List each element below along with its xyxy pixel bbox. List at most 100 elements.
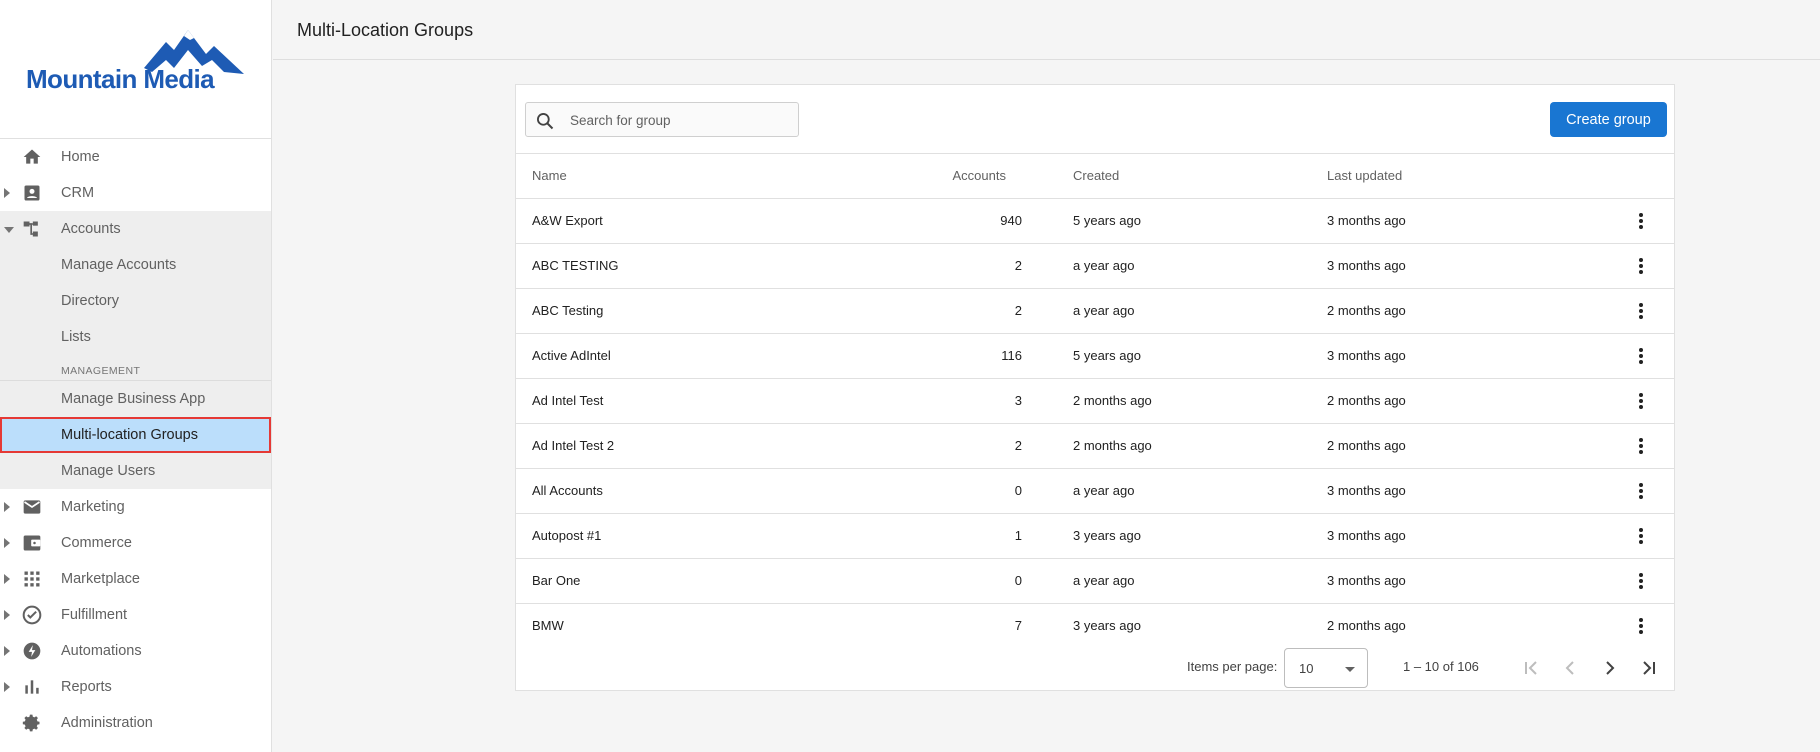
row-accounts: 2 (1014, 258, 1022, 273)
row-last-updated: 3 months ago (1327, 573, 1406, 588)
expand-arrow-icon[interactable] (4, 188, 10, 198)
table-row[interactable]: Ad Intel Test 3 2 months ago 2 months ago (516, 379, 1674, 424)
row-name: Autopost #1 (532, 528, 602, 543)
more-vert-icon[interactable] (1631, 301, 1651, 321)
search-field[interactable] (525, 102, 799, 137)
sidebar-item-label: Fulfillment (61, 607, 128, 623)
row-accounts: 0 (1014, 573, 1022, 588)
row-accounts: 3 (1014, 393, 1022, 408)
row-accounts: 2 (1014, 303, 1022, 318)
expand-arrow-icon[interactable] (4, 502, 10, 512)
top-bar: Multi-Location Groups (273, 0, 1820, 60)
more-vert-icon[interactable] (1631, 616, 1651, 636)
sidebar-item-commerce[interactable]: Commerce (0, 525, 271, 561)
brand-name: Mountain Media (26, 64, 215, 94)
gear-icon (22, 714, 40, 732)
page-size-value: 10 (1299, 661, 1314, 676)
table-row[interactable]: Active AdIntel 116 5 years ago 3 months ago (516, 334, 1674, 379)
sidebar-item-fulfillment[interactable]: Fulfillment (0, 597, 271, 633)
row-accounts: 1 (1014, 528, 1022, 543)
wallet-icon (23, 535, 41, 551)
previous-page-icon[interactable] (1558, 656, 1582, 680)
first-page-icon[interactable] (1519, 656, 1543, 680)
column-header-created[interactable]: Created (1073, 154, 1119, 197)
more-vert-icon[interactable] (1631, 211, 1651, 231)
table-row[interactable]: Autopost #1 1 3 years ago 3 months ago (516, 514, 1674, 559)
sidebar-item-accounts[interactable]: Accounts (0, 211, 271, 247)
expand-arrow-icon[interactable] (4, 646, 10, 656)
home-icon (23, 149, 41, 164)
search-input[interactable] (568, 104, 792, 137)
sidebar-item-crm[interactable]: CRM (0, 175, 271, 211)
row-accounts: 940 (1000, 213, 1022, 228)
brand-logo[interactable]: Mountain Media (26, 28, 246, 98)
row-created: a year ago (1073, 303, 1135, 318)
expand-arrow-icon[interactable] (4, 574, 10, 584)
row-created: a year ago (1073, 258, 1135, 273)
sidebar-item-label: Lists (61, 329, 91, 345)
column-header-last-updated[interactable]: Last updated (1327, 154, 1402, 197)
row-created: 5 years ago (1073, 213, 1141, 228)
sidebar-item-label: Home (61, 149, 100, 165)
table-row[interactable]: All Accounts 0 a year ago 3 months ago (516, 469, 1674, 514)
sidebar-item-marketing[interactable]: Marketing (0, 489, 271, 525)
groups-card: Create group Name Accounts Created Last … (515, 84, 1675, 691)
more-vert-icon[interactable] (1631, 436, 1651, 456)
row-name: All Accounts (532, 483, 603, 498)
sidebar-item-home[interactable]: Home (0, 139, 271, 175)
sidebar-item-administration[interactable]: Administration (0, 705, 271, 741)
contact-card-icon (24, 185, 40, 201)
sidebar-item-automations[interactable]: Automations (0, 633, 271, 669)
sidebar-item-manage-business-app[interactable]: Manage Business App (0, 381, 271, 417)
sidebar-item-marketplace[interactable]: Marketplace (0, 561, 271, 597)
table-row[interactable]: A&W Export 940 5 years ago 3 months ago (516, 199, 1674, 244)
table-row[interactable]: ABC Testing 2 a year ago 2 months ago (516, 289, 1674, 334)
sidebar-item-label: Accounts (61, 221, 121, 237)
column-header-name[interactable]: Name (532, 154, 567, 197)
sidebar-item-lists[interactable]: Lists (0, 319, 271, 355)
paginator: Items per page: 10 1 – 10 of 106 (516, 646, 1674, 690)
hierarchy-icon (23, 221, 38, 237)
row-last-updated: 3 months ago (1327, 348, 1406, 363)
table-row[interactable]: BMW 7 3 years ago 2 months ago (516, 604, 1674, 648)
sidebar-item-manage-accounts[interactable]: Manage Accounts (0, 247, 271, 283)
row-name: Bar One (532, 573, 581, 588)
create-group-button[interactable]: Create group (1550, 102, 1667, 137)
more-vert-icon[interactable] (1631, 571, 1651, 591)
table-row[interactable]: Ad Intel Test 2 2 2 months ago 2 months ago (516, 424, 1674, 469)
column-header-accounts[interactable]: Accounts (953, 154, 1006, 197)
collapse-arrow-icon[interactable] (4, 227, 14, 233)
more-vert-icon[interactable] (1631, 256, 1651, 276)
table-header: Name Accounts Created Last updated (516, 153, 1674, 199)
row-created: 2 months ago (1073, 393, 1152, 408)
next-page-icon[interactable] (1598, 656, 1622, 680)
page-range-label: 1 – 10 of 106 (1403, 659, 1479, 674)
sidebar-item-multi-location-groups[interactable]: Multi-location Groups (0, 417, 271, 453)
section-header-management: MANAGEMENT (0, 355, 271, 381)
more-vert-icon[interactable] (1631, 391, 1651, 411)
table-row[interactable]: ABC TESTING 2 a year ago 3 months ago (516, 244, 1674, 289)
sidebar-item-label: Reports (61, 679, 112, 695)
row-last-updated: 2 months ago (1327, 438, 1406, 453)
expand-arrow-icon[interactable] (4, 682, 10, 692)
sidebar-item-label: Automations (61, 643, 142, 659)
expand-arrow-icon[interactable] (4, 610, 10, 620)
expand-arrow-icon[interactable] (4, 538, 10, 548)
sidebar-item-directory[interactable]: Directory (0, 283, 271, 319)
more-vert-icon[interactable] (1631, 346, 1651, 366)
sidebar-item-manage-users[interactable]: Manage Users (0, 453, 271, 489)
section-label: MANAGEMENT (61, 365, 141, 377)
row-accounts: 116 (1001, 348, 1022, 363)
more-vert-icon[interactable] (1631, 526, 1651, 546)
sidebar-item-reports[interactable]: Reports (0, 669, 271, 705)
bar-chart-icon (25, 680, 39, 694)
search-icon (537, 113, 554, 130)
last-page-icon[interactable] (1637, 656, 1661, 680)
row-name: Ad Intel Test 2 (532, 438, 615, 453)
more-vert-icon[interactable] (1631, 481, 1651, 501)
table-body: A&W Export 940 5 years ago 3 months ago ABC … (516, 199, 1674, 648)
table-row[interactable]: Bar One 0 a year ago 3 months ago (516, 559, 1674, 604)
row-created: a year ago (1073, 483, 1135, 498)
sidebar-item-label: Manage Accounts (61, 257, 177, 273)
page-size-select[interactable]: 10 (1284, 648, 1368, 688)
